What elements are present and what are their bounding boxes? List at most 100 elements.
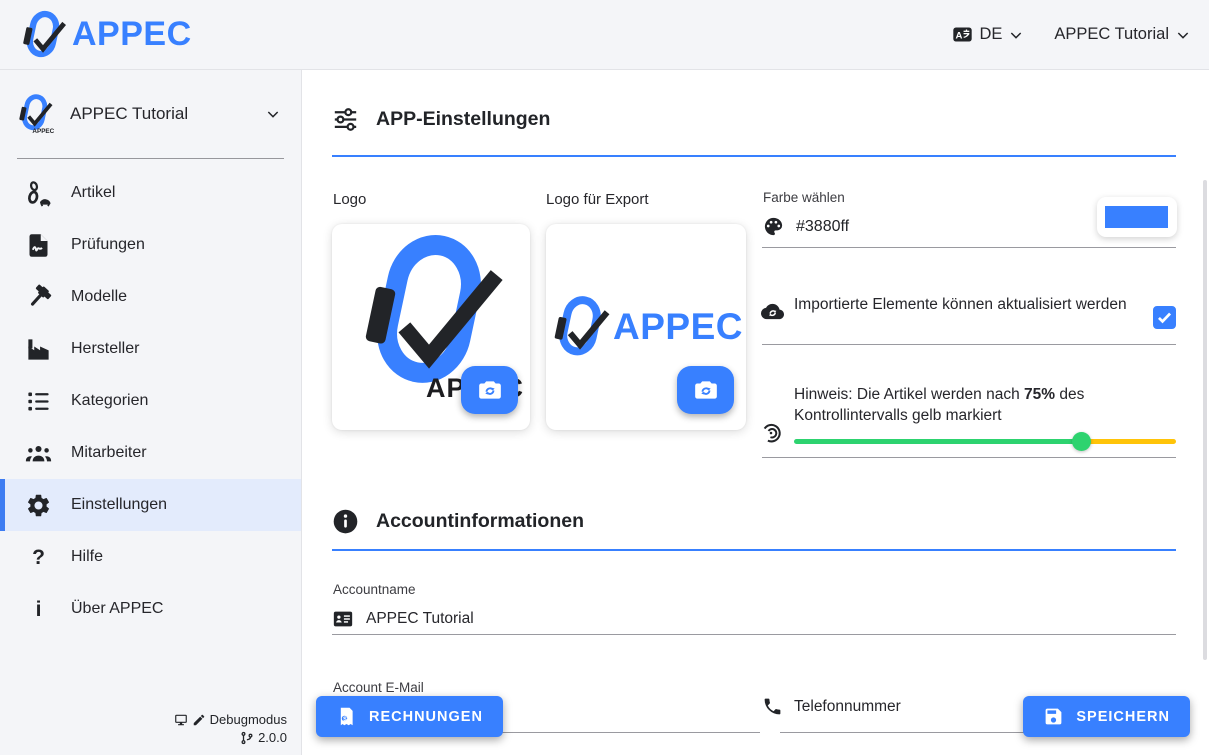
account-info-heading: Accountinformationen xyxy=(332,508,584,535)
check-icon xyxy=(1155,308,1174,327)
svg-text:A: A xyxy=(956,31,963,42)
color-swatch-inner xyxy=(1105,206,1168,228)
sidebar-item-hilfe[interactable]: ? Hilfe xyxy=(0,531,301,583)
upload-export-logo-button[interactable] xyxy=(677,366,734,414)
sidebar-item-modelle[interactable]: Modelle xyxy=(0,271,301,323)
logo-wordmark: APPEC xyxy=(613,306,743,348)
save-icon xyxy=(1043,706,1064,727)
chevron-down-icon xyxy=(265,106,281,122)
sidebar-item-label: Modelle xyxy=(71,288,127,306)
section-underline xyxy=(332,155,1176,157)
sidebar-item-label: Kategorien xyxy=(71,392,148,410)
sidebar-item-hersteller[interactable]: Hersteller xyxy=(0,323,301,375)
hint-text: Hinweis: Die Artikel werden nach xyxy=(794,386,1024,403)
svg-text:APPEC: APPEC xyxy=(32,128,54,135)
scrollbar[interactable] xyxy=(1203,180,1207,660)
settings-page: APP-Einstellungen Logo Logo für Export A… xyxy=(302,70,1209,755)
debug-label: Debugmodus xyxy=(210,711,287,729)
camera-reverse-icon xyxy=(693,377,719,403)
sidebar-item-ueber-appec[interactable]: i Über APPEC xyxy=(0,583,301,635)
section-title: APP-Einstellungen xyxy=(376,108,550,131)
logo-export-label: Logo für Export xyxy=(546,191,649,208)
people-icon xyxy=(25,440,52,467)
color-swatch[interactable] xyxy=(1097,197,1177,237)
brand-logo: APPEC xyxy=(18,10,192,60)
sidebar-item-kategorien[interactable]: Kategorien xyxy=(0,375,301,427)
save-button-label: SPEICHERN xyxy=(1076,709,1170,725)
invoices-button-label: RECHNUNGEN xyxy=(369,709,483,725)
workspace-selector[interactable]: APPEC APPEC Tutorial xyxy=(0,86,301,142)
sidebar-item-label: Einstellungen xyxy=(71,496,167,514)
sidebar-item-label: Über APPEC xyxy=(71,600,163,618)
invoice-icon: $ xyxy=(336,706,357,727)
sidebar-item-label: Hersteller xyxy=(71,340,139,358)
svg-text:$: $ xyxy=(343,716,348,723)
invoices-button[interactable]: $ RECHNUNGEN xyxy=(316,696,503,737)
logo-label: Logo xyxy=(333,191,366,208)
gear-icon xyxy=(25,492,52,519)
section-underline xyxy=(332,549,1176,551)
carabiner-logo-icon xyxy=(549,295,611,359)
hammer-icon xyxy=(25,284,52,311)
app-header: APPEC A DE APPEC Tutorial xyxy=(0,0,1209,70)
list-icon xyxy=(25,388,52,415)
upload-logo-button[interactable] xyxy=(461,366,518,414)
sidebar-item-mitarbeiter[interactable]: Mitarbeiter xyxy=(0,427,301,479)
account-menu[interactable]: APPEC Tutorial xyxy=(1054,25,1191,44)
sidebar-item-einstellungen[interactable]: Einstellungen xyxy=(0,479,301,531)
accountname-input[interactable]: APPEC Tutorial xyxy=(366,610,474,628)
carabiner-logo-icon: APPEC xyxy=(16,91,60,137)
sidebar-divider xyxy=(17,158,284,159)
warning-threshold-track xyxy=(794,439,1176,444)
sidebar-item-label: Hilfe xyxy=(71,548,103,566)
sidebar-nav: Artikel Prüfungen xyxy=(0,167,301,635)
debug-info: Debugmodus 2.0.0 xyxy=(174,711,287,747)
monitor-icon xyxy=(174,713,188,727)
palette-icon xyxy=(762,215,785,238)
sidebar-item-artikel[interactable]: Artikel xyxy=(0,167,301,219)
cloud-sync-icon xyxy=(761,300,784,323)
version-label: 2.0.0 xyxy=(258,729,287,747)
accountname-label: Accountname xyxy=(333,582,416,597)
field-underline xyxy=(762,344,1176,345)
warning-threshold-thumb[interactable] xyxy=(1072,432,1091,451)
phone-input[interactable]: Telefonnummer xyxy=(794,698,901,716)
language-selector[interactable]: A DE xyxy=(952,24,1024,45)
field-underline xyxy=(762,457,1176,458)
sidebar-item-pruefungen[interactable]: Prüfungen xyxy=(0,219,301,271)
hint-bold-value: 75% xyxy=(1024,386,1055,403)
logo-export-card: APPEC xyxy=(546,224,746,430)
field-underline xyxy=(762,247,1176,248)
logo-card: APPEC xyxy=(332,224,530,430)
account-menu-label: APPEC Tutorial xyxy=(1054,25,1169,44)
tune-icon xyxy=(332,106,359,133)
color-value-input[interactable]: #3880ff xyxy=(796,218,849,236)
app-settings-heading: APP-Einstellungen xyxy=(332,106,550,133)
chevron-down-icon xyxy=(1008,27,1024,43)
import-update-label: Importierte Elemente können aktualisiert… xyxy=(794,295,1139,316)
factory-icon xyxy=(25,336,52,363)
threshold-hint: Hinweis: Die Artikel werden nach 75% des… xyxy=(794,385,1154,427)
import-update-checkbox[interactable] xyxy=(1153,306,1176,329)
warning-threshold-slider[interactable] xyxy=(794,426,1176,456)
phone-icon xyxy=(762,696,783,717)
sidebar-item-label: Prüfungen xyxy=(71,236,145,254)
inspection-document-icon xyxy=(25,232,52,259)
language-label: DE xyxy=(979,25,1002,44)
sidebar: APPEC APPEC Tutorial Artikel xyxy=(0,70,302,755)
camera-reverse-icon xyxy=(477,377,503,403)
info-icon: i xyxy=(25,596,52,623)
sidebar-item-label: Artikel xyxy=(71,184,115,202)
equipment-icon xyxy=(25,180,52,207)
interval-history-icon xyxy=(760,422,782,444)
carabiner-logo-icon xyxy=(18,10,68,60)
field-underline xyxy=(332,634,1176,635)
translate-icon: A xyxy=(952,24,973,45)
git-branch-icon xyxy=(240,731,254,745)
section-title: Accountinformationen xyxy=(376,510,584,533)
brand-wordmark: APPEC xyxy=(72,15,192,54)
id-card-icon xyxy=(332,608,354,630)
info-circle-icon xyxy=(332,508,359,535)
save-button[interactable]: SPEICHERN xyxy=(1023,696,1190,737)
color-label: Farbe wählen xyxy=(763,190,845,205)
